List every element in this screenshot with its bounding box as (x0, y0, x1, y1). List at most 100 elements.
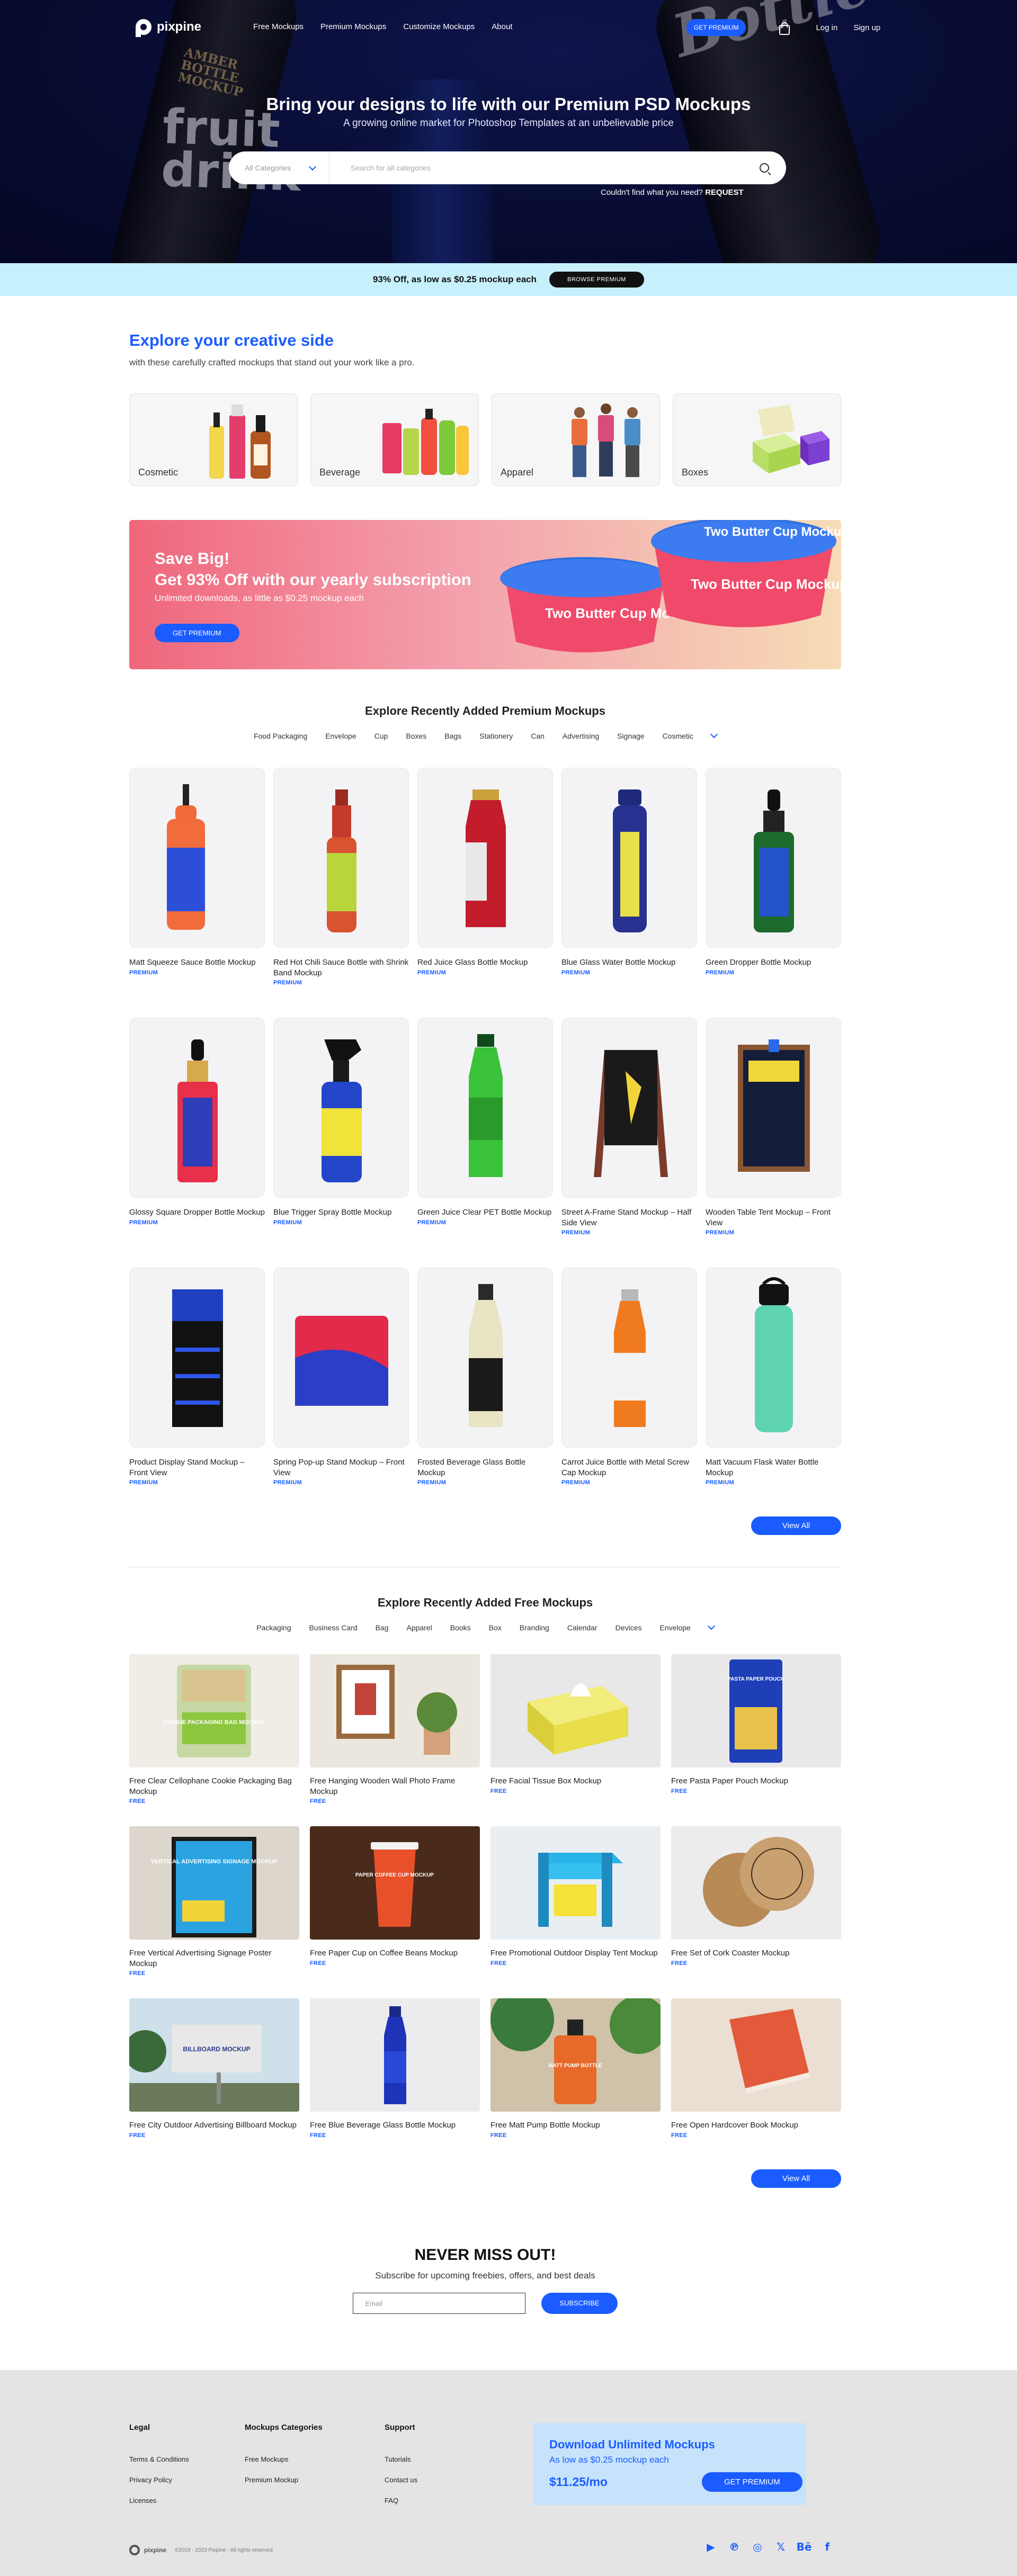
x-icon[interactable]: 𝕏 (774, 2541, 787, 2553)
email-field[interactable] (353, 2293, 526, 2314)
premium-card[interactable]: Blue Glass Water Bottle Mockup PREMIUM (561, 768, 697, 1018)
footer-link-licenses[interactable]: Licenses (129, 2497, 189, 2505)
search-icon[interactable] (760, 163, 769, 173)
footer-link-premium-mockup[interactable]: Premium Mockup (245, 2476, 323, 2484)
chevron-down-icon[interactable] (707, 1622, 715, 1630)
premium-card[interactable]: Red Juice Glass Bottle Mockup PREMIUM (417, 768, 553, 1018)
free-card[interactable]: VERTICAL ADVERTISING SIGNAGE MOCKUP Free… (129, 1826, 299, 1998)
filter-branding[interactable]: Branding (520, 1623, 549, 1632)
premium-view-all-button[interactable]: View All (751, 1516, 841, 1535)
subscribe-button[interactable]: SUBSCRIBE (541, 2293, 618, 2314)
filter-boxes[interactable]: Boxes (406, 732, 426, 740)
signup-link[interactable]: Sign up (853, 23, 880, 32)
footer-link-terms[interactable]: Terms & Conditions (129, 2455, 189, 2463)
premium-card-title: Blue Trigger Spray Bottle Mockup (273, 1208, 392, 1217)
category-card-cosmetic[interactable]: Cosmetic (129, 393, 298, 486)
main-content: Explore your creative side with these ca… (129, 296, 841, 2314)
free-card[interactable]: COOKIE PACKAGING BAG MOCKUP Free Clear C… (129, 1654, 299, 1826)
nav-link-about[interactable]: About (492, 22, 512, 31)
category-card-apparel[interactable]: Apparel (492, 393, 660, 486)
shopping-bag-icon[interactable] (778, 22, 790, 35)
filter-bag[interactable]: Bag (376, 1623, 389, 1632)
premium-card[interactable]: Wooden Table Tent Mockup – Front View PR… (706, 1018, 841, 1268)
filter-envelope[interactable]: Envelope (325, 732, 356, 740)
free-card[interactable]: Free Set of Cork Coaster Mockup FREE (671, 1826, 841, 1998)
footer-logo[interactable]: pixpine ©2019 - 2023 Pixpine - All right… (129, 2545, 273, 2555)
free-card[interactable]: PASTA PAPER POUCH Free Pasta Paper Pouch… (671, 1654, 841, 1826)
premium-card[interactable]: Matt Squeeze Sauce Bottle Mockup PREMIUM (129, 768, 265, 1018)
filter-calendar[interactable]: Calendar (567, 1623, 597, 1632)
premium-filters: Food Packaging Envelope Cup Boxes Bags S… (129, 730, 841, 740)
filter-bags[interactable]: Bags (444, 732, 461, 740)
free-card[interactable]: Free Open Hardcover Book Mockup FREE (671, 1998, 841, 2170)
premium-card[interactable]: Red Hot Chili Sauce Bottle with Shrink B… (273, 768, 409, 1018)
premium-card[interactable]: Spring Pop-up Stand Mockup – Front View … (273, 1268, 409, 1518)
nav-link-customize-mockups[interactable]: Customize Mockups (403, 22, 475, 31)
free-card[interactable]: Free Hanging Wooden Wall Photo Frame Moc… (310, 1654, 480, 1826)
chevron-down-icon[interactable] (710, 730, 718, 739)
login-link[interactable]: Log in (816, 23, 837, 32)
logo[interactable]: pixpine (136, 19, 201, 37)
free-card[interactable]: BILLBOARD MOCKUP Free City Outdoor Adver… (129, 1998, 299, 2170)
nav-link-premium-mockups[interactable]: Premium Mockups (320, 22, 386, 31)
category-cards: Cosmetic Beverage Apparel Boxes (129, 393, 841, 486)
filter-business-card[interactable]: Business Card (309, 1623, 358, 1632)
nav-link-free-mockups[interactable]: Free Mockups (253, 22, 304, 31)
youtube-icon[interactable]: ▶ (704, 2541, 717, 2553)
save-banner-get-premium-button[interactable]: GET PREMIUM (155, 624, 239, 642)
free-view-all-button[interactable]: View All (751, 2169, 841, 2188)
footer-link-contact[interactable]: Contact us (385, 2476, 417, 2484)
category-card-boxes[interactable]: Boxes (673, 393, 841, 486)
filter-signage[interactable]: Signage (617, 732, 644, 740)
category-card-beverage[interactable]: Beverage (310, 393, 479, 486)
filter-packaging[interactable]: Packaging (256, 1623, 291, 1632)
free-card-title: Free Blue Beverage Glass Bottle Mockup (310, 2121, 456, 2130)
premium-card[interactable]: Glossy Square Dropper Bottle Mockup PREM… (129, 1018, 265, 1268)
premium-card-title: Street A-Frame Stand Mockup – Half Side … (561, 1208, 692, 1227)
filter-advertising[interactable]: Advertising (563, 732, 599, 740)
premium-card[interactable]: Green Juice Clear PET Bottle Mockup PREM… (417, 1018, 553, 1268)
free-card[interactable]: Free Promotional Outdoor Display Tent Mo… (490, 1826, 661, 1998)
search-input[interactable] (329, 164, 760, 172)
free-card[interactable]: Free Blue Beverage Glass Bottle Mockup F… (310, 1998, 480, 2170)
facebook-icon[interactable]: f (821, 2541, 834, 2553)
premium-card[interactable]: Product Display Stand Mockup – Front Vie… (129, 1268, 265, 1518)
premium-card[interactable]: Carrot Juice Bottle with Metal Screw Cap… (561, 1268, 697, 1518)
footer-link-privacy[interactable]: Privacy Policy (129, 2476, 189, 2484)
chevron-down-icon (308, 163, 317, 170)
footer-link-free-mockups[interactable]: Free Mockups (245, 2455, 323, 2463)
free-card[interactable]: PAPER COFFEE CUP MOCKUP Free Paper Cup o… (310, 1826, 480, 1998)
filter-apparel[interactable]: Apparel (406, 1623, 432, 1632)
pinterest-icon[interactable]: ℗ (728, 2541, 741, 2553)
filter-devices[interactable]: Devices (615, 1623, 642, 1632)
free-card[interactable]: MATT PUMP BOTTLE Free Matt Pump Bottle M… (490, 1998, 661, 2170)
footer-link-tutorials[interactable]: Tutorials (385, 2455, 417, 2463)
behance-icon[interactable]: Bē (797, 2541, 812, 2553)
filter-box[interactable]: Box (489, 1623, 502, 1632)
get-premium-button[interactable]: GET PREMIUM (686, 19, 746, 36)
category-select[interactable]: All Categories (229, 151, 329, 184)
premium-tag: PREMIUM (417, 969, 447, 976)
browse-premium-button[interactable]: BROWSE PREMIUM (549, 272, 644, 288)
premium-card[interactable]: Street A-Frame Stand Mockup – Half Side … (561, 1018, 697, 1268)
filter-cosmetic[interactable]: Cosmetic (663, 732, 693, 740)
footer-column-title: Support (385, 2423, 415, 2432)
premium-card[interactable]: Green Dropper Bottle Mockup PREMIUM (706, 768, 841, 1018)
filter-envelope[interactable]: Envelope (659, 1623, 690, 1632)
filter-can[interactable]: Can (531, 732, 545, 740)
premium-card[interactable]: Blue Trigger Spray Bottle Mockup PREMIUM (273, 1018, 409, 1268)
filter-stationery[interactable]: Stationery (479, 732, 513, 740)
premium-card[interactable]: Frosted Beverage Glass Bottle Mockup PRE… (417, 1268, 553, 1518)
premium-thumb (129, 1268, 265, 1448)
free-card-title: Free City Outdoor Advertising Billboard … (129, 2121, 297, 2130)
request-link[interactable]: REQUEST (705, 188, 744, 197)
filter-cup[interactable]: Cup (374, 732, 388, 740)
footer-get-premium-button[interactable]: GET PREMIUM (702, 2472, 802, 2492)
free-card[interactable]: Free Facial Tissue Box Mockup FREE (490, 1654, 661, 1826)
premium-card[interactable]: Matt Vacuum Flask Water Bottle Mockup PR… (706, 1268, 841, 1518)
free-card-title: Free Paper Cup on Coffee Beans Mockup (310, 1949, 458, 1958)
filter-food-packaging[interactable]: Food Packaging (254, 732, 307, 740)
instagram-icon[interactable]: ◎ (751, 2541, 764, 2553)
filter-books[interactable]: Books (450, 1623, 471, 1632)
footer-link-faq[interactable]: FAQ (385, 2497, 417, 2505)
